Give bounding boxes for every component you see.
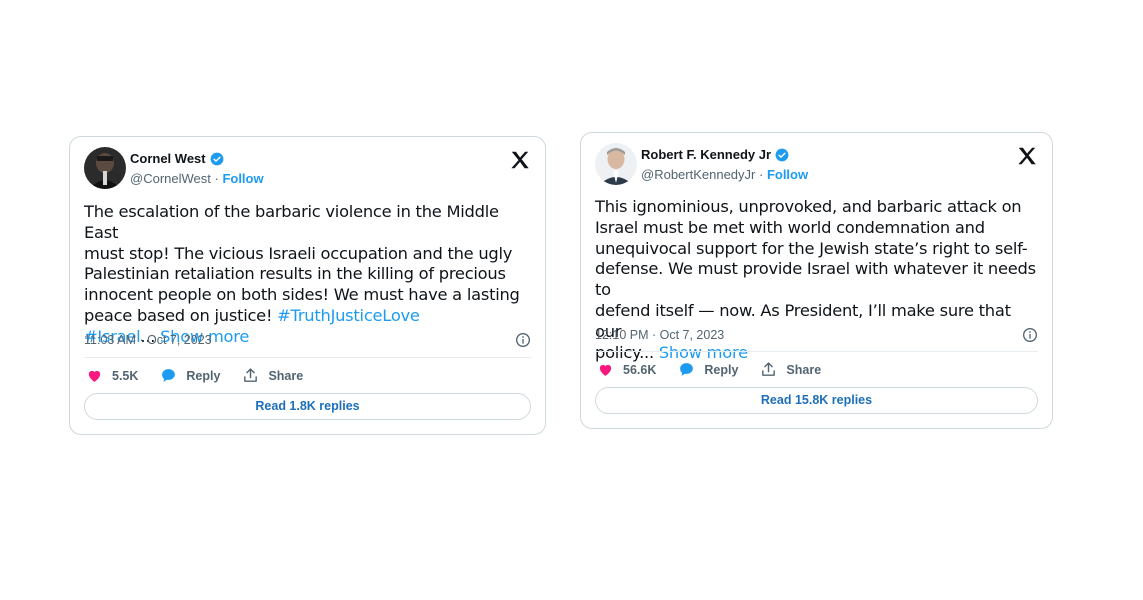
verified-badge-icon (210, 152, 224, 165)
info-icon[interactable] (515, 332, 531, 348)
timestamp[interactable]: 11:03 AM · Oct 7, 2023 (84, 333, 212, 347)
tweet-text-line: This ignominious, unprovoked, and barbar… (595, 197, 1022, 216)
heart-icon (88, 370, 101, 382)
separator: · (210, 171, 223, 186)
reply-button[interactable]: Reply (678, 361, 738, 378)
action-bar: 5.5K Reply Share (86, 367, 303, 384)
divider (595, 351, 1038, 352)
read-replies-button[interactable]: Read 15.8K replies (595, 387, 1038, 414)
reply-label: Reply (704, 362, 739, 377)
tweet-text: The escalation of the barbaric violence … (84, 202, 531, 348)
like-button[interactable]: 56.6K (597, 361, 656, 378)
x-logo-icon[interactable] (1016, 145, 1038, 167)
tweet-card[interactable]: Robert F. Kennedy Jr @RobertKennedyJr · … (580, 132, 1053, 429)
reply-label: Reply (186, 368, 221, 383)
like-count: 5.5K (112, 368, 139, 383)
tweet-card[interactable]: Cornel West @CornelWest · Follow The esc… (69, 136, 546, 435)
reply-bubble-icon (162, 369, 176, 382)
x-logo-icon[interactable] (509, 149, 531, 171)
tweet-text-line: The escalation of the barbaric violence … (84, 202, 499, 242)
share-button[interactable]: Share (242, 367, 303, 384)
show-more-link[interactable]: Show more (659, 343, 748, 362)
author-name[interactable]: Cornel West (130, 151, 206, 166)
tweet-text-line: peace based on justice! (84, 305, 278, 325)
author-handle[interactable]: @RobertKennedyJr (641, 167, 755, 182)
timestamp[interactable]: 12:10 PM · Oct 7, 2023 (595, 328, 724, 342)
divider (84, 357, 531, 358)
read-replies-button[interactable]: Read 1.8K replies (84, 393, 531, 420)
tweet-text-line: Palestinian retaliation results in the k… (84, 264, 506, 284)
share-button[interactable]: Share (760, 361, 821, 378)
tweet-text-line: defense. We must provide Israel with wha… (595, 259, 1036, 300)
follow-link[interactable]: Follow (767, 167, 808, 182)
author-name[interactable]: Robert F. Kennedy Jr (641, 147, 771, 162)
author-handle[interactable]: @CornelWest (130, 171, 211, 186)
tweet-text-line: must stop! The vicious Israeli occupatio… (84, 243, 513, 263)
reply-bubble-icon (680, 363, 694, 376)
tweet-text-line: Israel must be met with world condemnati… (595, 217, 985, 237)
like-button[interactable]: 5.5K (86, 367, 138, 384)
action-bar: 56.6K Reply Share (597, 361, 821, 378)
tweet-text-line: unequivocal support for the Jewish state… (595, 238, 1028, 258)
tweet-text-line: innocent people on both sides! We must h… (84, 285, 520, 305)
heart-icon (599, 364, 612, 376)
avatar[interactable] (84, 147, 126, 189)
reply-button[interactable]: Reply (160, 367, 220, 384)
like-count: 56.6K (623, 362, 657, 377)
avatar[interactable] (595, 143, 637, 185)
tweet-text-line: policy... (595, 342, 659, 362)
share-label: Share (268, 368, 304, 383)
share-label: Share (786, 362, 822, 377)
hashtag-link[interactable]: #TruthJusticeLove (277, 306, 420, 325)
follow-link[interactable]: Follow (222, 171, 263, 186)
share-icon (244, 368, 258, 382)
share-icon (762, 362, 776, 376)
verified-badge-icon (775, 148, 789, 161)
separator: · (755, 167, 767, 182)
info-icon[interactable] (1022, 327, 1038, 343)
